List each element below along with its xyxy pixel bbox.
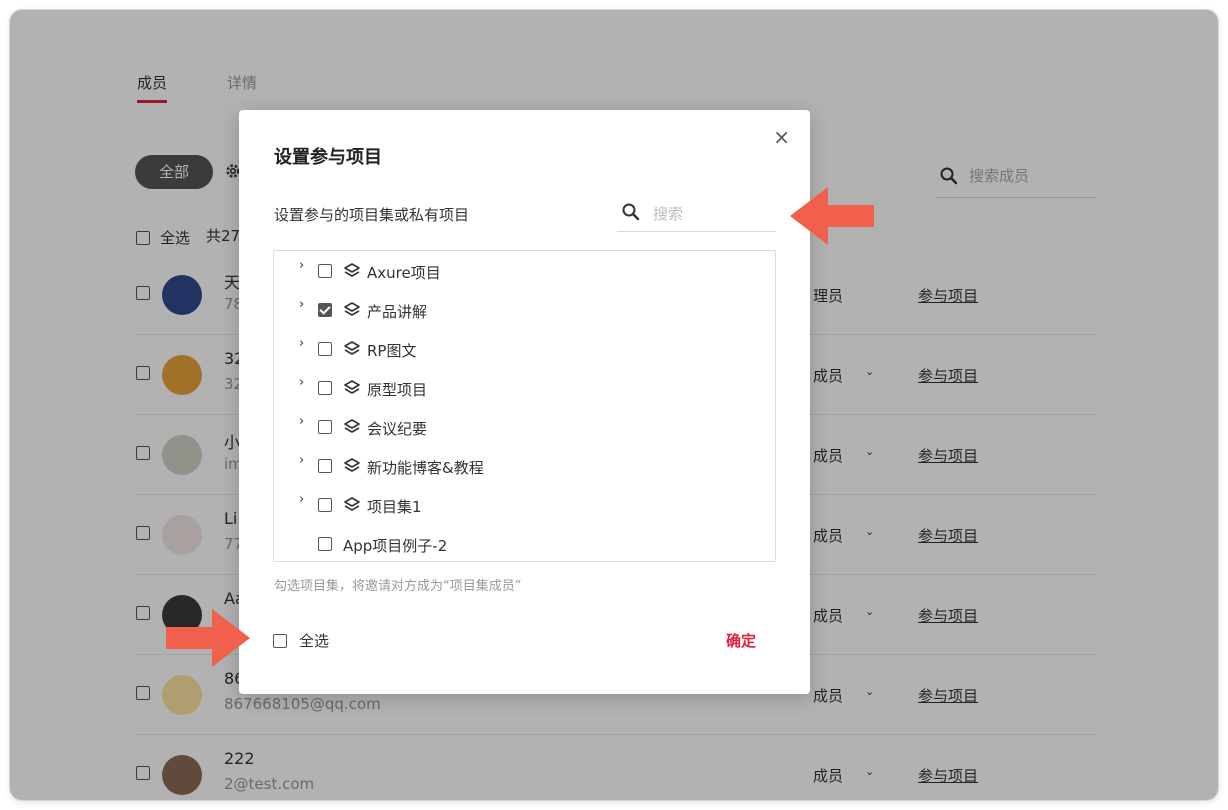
chevron-right-icon[interactable]: › bbox=[299, 492, 304, 507]
chevron-right-icon[interactable]: › bbox=[299, 258, 304, 273]
project-tree-item[interactable]: › 项目集1 bbox=[274, 487, 775, 526]
project-checkbox[interactable] bbox=[318, 459, 332, 473]
project-tree-item[interactable]: › 原型项目 bbox=[274, 370, 775, 409]
project-tree-item[interactable]: App项目例子-2 bbox=[274, 526, 775, 561]
project-tree-item[interactable]: › 产品讲解 bbox=[274, 292, 775, 331]
chevron-right-icon[interactable]: › bbox=[299, 375, 304, 390]
dialog-select-all-checkbox[interactable] bbox=[273, 634, 287, 648]
project-checkbox[interactable] bbox=[318, 537, 332, 551]
close-icon[interactable]: × bbox=[773, 125, 790, 149]
dialog-hint: 勾选项目集，将邀请对方成为“项目集成员” bbox=[274, 579, 522, 594]
project-label: RP图文 bbox=[367, 342, 417, 360]
layers-icon bbox=[344, 341, 360, 355]
project-search-input[interactable]: 搜索 bbox=[617, 196, 776, 232]
project-checkbox[interactable] bbox=[318, 303, 332, 317]
project-label: App项目例子-2 bbox=[343, 537, 448, 555]
project-checkbox[interactable] bbox=[318, 381, 332, 395]
project-checkbox[interactable] bbox=[318, 264, 332, 278]
dialog-title: 设置参与项目 bbox=[274, 147, 382, 168]
layers-icon bbox=[344, 419, 360, 433]
layers-icon bbox=[344, 302, 360, 316]
project-checkbox[interactable] bbox=[318, 498, 332, 512]
project-label: 产品讲解 bbox=[367, 303, 428, 321]
chevron-right-icon[interactable]: › bbox=[299, 453, 304, 468]
chevron-right-icon[interactable]: › bbox=[299, 336, 304, 351]
chevron-right-icon[interactable]: › bbox=[299, 414, 304, 429]
project-checkbox[interactable] bbox=[318, 342, 332, 356]
set-projects-dialog: × 设置参与项目 设置参与的项目集或私有项目 搜索 › Axure项目 › 产品讲解 ›… bbox=[239, 110, 810, 694]
project-label: 项目集1 bbox=[367, 498, 422, 516]
project-tree: › Axure项目 › 产品讲解 › RP图文 › 原型项目 › 会议纪要 › 新功能博客&教程 › 项目… bbox=[273, 250, 776, 562]
dialog-select-all-label: 全选 bbox=[299, 632, 330, 650]
project-checkbox[interactable] bbox=[318, 420, 332, 434]
search-icon bbox=[622, 203, 640, 221]
layers-icon bbox=[344, 380, 360, 394]
project-tree-item[interactable]: › 会议纪要 bbox=[274, 409, 775, 448]
layers-icon bbox=[344, 458, 360, 472]
layers-icon bbox=[344, 497, 360, 511]
project-label: 会议纪要 bbox=[367, 420, 428, 438]
chevron-right-icon[interactable]: › bbox=[299, 297, 304, 312]
project-tree-item[interactable]: › Axure项目 bbox=[274, 253, 775, 292]
project-tree-item[interactable]: › 新功能博客&教程 bbox=[274, 448, 775, 487]
project-label: Axure项目 bbox=[367, 264, 441, 282]
project-label: 原型项目 bbox=[367, 381, 428, 399]
confirm-button[interactable]: 确定 bbox=[726, 630, 756, 651]
callout-arrow-search bbox=[790, 187, 874, 245]
callout-arrow-select-all bbox=[166, 609, 250, 667]
dialog-select-all[interactable]: 全选 bbox=[273, 630, 329, 651]
app-window: 成员 详情 全部 搜索成员 全选 共27 天 78 理员 参与项目 32 32 成员 ⌄ 参与项… bbox=[10, 10, 1218, 800]
layers-icon bbox=[344, 263, 360, 277]
project-search-placeholder: 搜索 bbox=[653, 205, 684, 223]
project-tree-item[interactable]: › RP图文 bbox=[274, 331, 775, 370]
project-label: 新功能博客&教程 bbox=[367, 459, 484, 477]
dialog-subtitle: 设置参与的项目集或私有项目 bbox=[274, 206, 470, 224]
